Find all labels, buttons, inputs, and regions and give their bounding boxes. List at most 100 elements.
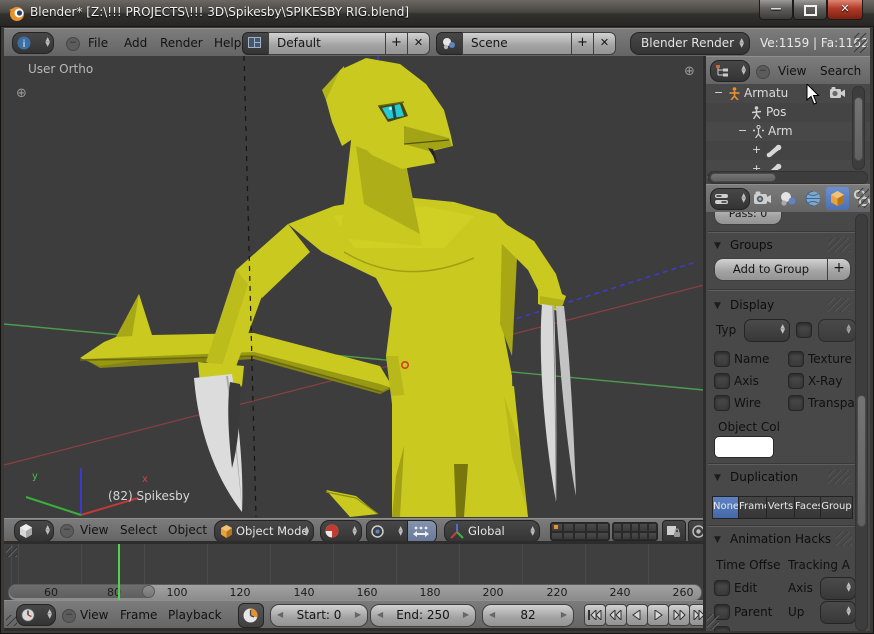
panel-drag-grip[interactable] (828, 298, 850, 312)
slider-right-arrow[interactable]: ▶ (561, 610, 567, 619)
panel-arrow-icon[interactable]: ▼ (714, 535, 721, 545)
toolshelf-expand-icon[interactable]: ⊕ (16, 86, 27, 101)
menu-view[interactable]: View (80, 608, 108, 622)
menu-file[interactable]: File (88, 36, 108, 50)
draw-extra-dropdown[interactable]: ▲▼ (818, 319, 856, 342)
menu-frame[interactable]: Frame (120, 608, 157, 622)
scene-delete-button[interactable]: ✕ (593, 32, 616, 55)
display-name-checkbox[interactable] (714, 351, 730, 367)
scene-name-field[interactable]: Scene (462, 32, 572, 55)
display-axis-checkbox[interactable] (714, 373, 730, 389)
panel-title-animation-hacks[interactable]: Animation Hacks (730, 532, 831, 546)
viewport-shading-dropdown[interactable]: ▲▼ (320, 520, 362, 543)
display-texture-checkbox[interactable] (788, 351, 804, 367)
editor-type-3dview-button[interactable]: ▲▼ (14, 520, 54, 542)
properties-vscrollbar-thumb[interactable] (857, 395, 866, 527)
tab-render-icon[interactable] (754, 190, 772, 207)
collapse-menus-icon[interactable]: − (756, 65, 770, 79)
outliner-hscrollbar-thumb[interactable] (710, 173, 776, 182)
timeoffset-edit-checkbox[interactable] (714, 580, 730, 596)
panel-drag-grip[interactable] (836, 532, 852, 546)
expand-icon[interactable]: + (752, 143, 761, 156)
timeline-scrollbar-offtrack[interactable] (9, 585, 149, 598)
collapse-menus-icon[interactable]: − (62, 609, 76, 623)
area-corner-grip[interactable] (707, 614, 719, 629)
scene-browse-button[interactable] (436, 32, 464, 55)
draw-type-dropdown[interactable]: ▲▼ (744, 319, 790, 342)
next-keyframe-button[interactable] (668, 604, 690, 626)
time-toggle-button[interactable] (238, 603, 264, 628)
menu-help[interactable]: Help (214, 36, 241, 50)
tab-object[interactable] (826, 187, 849, 210)
outliner-item-armature[interactable]: Armatu (744, 86, 788, 100)
area-divider-horizontal[interactable] (4, 541, 704, 543)
mode-dropdown[interactable]: Object Mode ▲▼ (214, 520, 314, 543)
sidebar-expand-icon[interactable]: ⊕ (684, 64, 695, 79)
menu-render[interactable]: Render (160, 36, 203, 50)
close-button[interactable]: ✕ (827, 0, 863, 20)
pass-index-field[interactable]: Pass: 0 (714, 212, 782, 225)
timeline-scrollbar-knob[interactable] (142, 585, 155, 598)
maximize-button[interactable] (793, 0, 827, 20)
timeline-editor[interactable]: 60 80 100 120 140 160 180 200 220 240 26… (4, 543, 704, 601)
outliner-hscroll-area[interactable] (706, 170, 870, 184)
collapse-icon[interactable]: − (714, 86, 723, 99)
tab-scene-icon[interactable] (779, 190, 797, 207)
editor-type-timeline-button[interactable]: ▲▼ (16, 604, 56, 626)
start-frame-slider[interactable]: ◀ Start: 0 ▶ (270, 604, 368, 627)
duplication-option-none[interactable]: None (712, 496, 739, 519)
menu-view[interactable]: View (80, 523, 108, 537)
panel-arrow-icon[interactable]: ▼ (714, 301, 721, 311)
play-reverse-button[interactable] (626, 604, 648, 626)
pivot-point-dropdown[interactable]: ▲▼ (366, 520, 408, 543)
properties-vscrollbar[interactable] (855, 214, 868, 631)
play-button[interactable] (647, 604, 669, 626)
area-corner-grip[interactable] (858, 188, 869, 208)
tracking-up-dropdown[interactable]: ▲▼ (820, 601, 856, 624)
outliner-tree[interactable]: − Armatu Pos − Arm + + (706, 84, 870, 170)
layout-add-button[interactable]: + (385, 32, 408, 55)
jump-to-start-button[interactable] (584, 604, 606, 626)
editor-type-info-button[interactable]: i ▲▼ (12, 32, 54, 54)
layer-grid-2[interactable] (612, 522, 658, 541)
prev-keyframe-button[interactable] (605, 604, 627, 626)
duplication-option-frames[interactable]: Frames (738, 496, 767, 519)
duplication-option-group[interactable]: Group (820, 496, 853, 519)
area-corner-grip[interactable] (6, 546, 17, 557)
duplication-option-faces[interactable]: Faces (794, 496, 821, 519)
panel-title-display[interactable]: Display (730, 298, 774, 312)
outliner-item-pose[interactable]: Pos (766, 105, 786, 119)
layout-browse-button[interactable] (242, 32, 270, 55)
display-wire-checkbox[interactable] (714, 395, 730, 411)
orientation-dropdown[interactable]: Global ▲▼ (444, 520, 540, 543)
manipulator-toggle[interactable] (407, 520, 437, 543)
display-xray-checkbox[interactable] (788, 373, 804, 389)
object-color-swatch[interactable] (714, 436, 774, 458)
panel-arrow-icon[interactable]: ▼ (714, 473, 721, 483)
3d-viewport[interactable]: User Ortho ⊕ ⊕ (82) Spikesby y x (4, 56, 704, 518)
outliner-item-armature-data[interactable]: Arm (768, 124, 793, 138)
editor-type-properties-button[interactable]: ▲▼ (710, 188, 750, 210)
add-to-group-button[interactable]: Add to Group (714, 258, 828, 281)
draw-extra-checkbox[interactable] (796, 322, 812, 338)
panel-drag-grip[interactable] (828, 238, 850, 252)
expand-icon[interactable]: + (752, 162, 761, 170)
title-bar[interactable]: Blender* [Z:\!!! PROJECTS\!!! 3D\Spikesb… (0, 0, 874, 27)
outliner-vscrollbar[interactable] (852, 86, 865, 170)
collapse-menus-icon[interactable]: − (60, 524, 74, 538)
outliner-vscrollbar-thumb[interactable] (854, 97, 863, 161)
outliner-hscrollbar[interactable] (708, 171, 868, 184)
timeline-scrollbar[interactable]: 60 80 100 120 140 160 180 200 220 240 26… (8, 584, 702, 601)
end-frame-slider[interactable]: ◀ End: 250 ▶ (370, 604, 476, 627)
menu-add[interactable]: Add (124, 36, 147, 50)
current-frame-line[interactable] (118, 544, 120, 601)
layout-delete-button[interactable]: ✕ (407, 32, 430, 55)
properties-panel-object[interactable]: Pass: 0 ▼ Groups Add to Group + ▼ Displa… (706, 212, 870, 631)
menu-playback[interactable]: Playback (168, 608, 222, 622)
layer-grid-1[interactable] (550, 522, 610, 541)
panel-drag-grip[interactable] (828, 470, 850, 484)
collapse-icon[interactable]: − (738, 124, 747, 137)
restrict-render-camera-icon[interactable] (830, 86, 846, 99)
menu-view[interactable]: View (778, 64, 806, 78)
slider-right-arrow[interactable]: ▶ (355, 610, 361, 619)
